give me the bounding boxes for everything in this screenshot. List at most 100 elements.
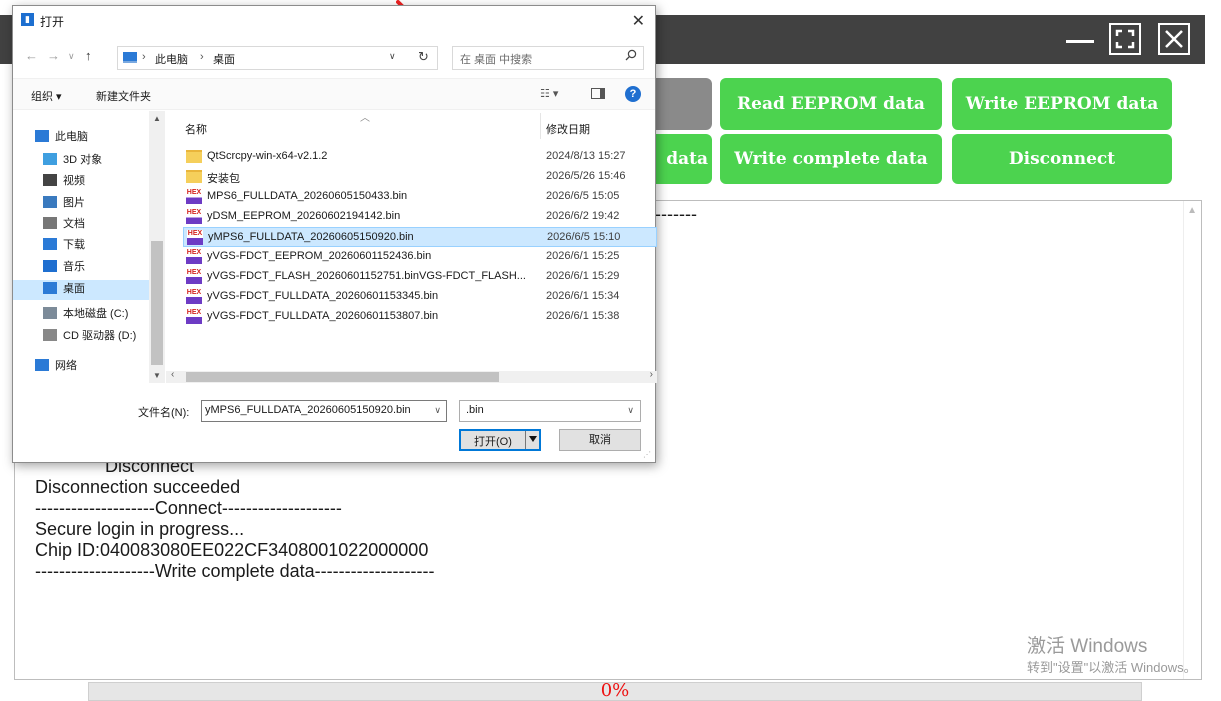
hex-file-icon: HEX <box>186 309 202 324</box>
scroll-down-icon[interactable]: ▼ <box>153 371 161 380</box>
navigation-pane: 此电脑 3D 对象视频图片文档下载音乐桌面本地磁盘 (C:) CD 驱动器 (D:)… <box>13 111 166 383</box>
scroll-up-icon[interactable]: ▲ <box>1187 205 1197 216</box>
file-row[interactable]: HEX MPS6_FULLDATA_20260605150433.bin 2026/… <box>183 187 657 207</box>
chevron-down-icon[interactable]: ∨ <box>389 51 396 62</box>
up-arrow-icon[interactable]: ↑ <box>85 48 92 63</box>
organize-menu[interactable]: 组织 ▾ <box>31 88 62 104</box>
nav-scroll-thumb[interactable] <box>151 241 163 365</box>
back-arrow-icon[interactable]: ← <box>25 48 38 63</box>
breadcrumb-desktop[interactable]: 桌面 <box>213 51 235 67</box>
minimize-icon[interactable] <box>1064 23 1096 55</box>
close-icon[interactable] <box>1158 23 1190 55</box>
view-options-icon[interactable]: ☷ ▾ <box>540 87 558 100</box>
file-name: 安装包 <box>207 173 240 185</box>
activation-watermark-text: 转到"设置"以激活 Windows。 <box>1027 660 1197 675</box>
drive-icon <box>43 307 57 319</box>
file-row[interactable]: QtScrcpy-win-x64-v2.1.2 2024/8/13 15:27 <box>183 147 657 167</box>
nav-item[interactable]: 文档 <box>43 214 85 232</box>
file-scrollbar-horizontal[interactable]: ‹ › <box>166 369 657 383</box>
column-name[interactable]: 名称 <box>185 121 207 137</box>
log-lines: Disconnect Disconnection succeeded -------… <box>35 456 435 582</box>
log-line: Secure login in progress... <box>35 519 245 539</box>
file-row[interactable]: 安装包 2026/5/26 15:46 <box>183 167 657 187</box>
scroll-up-icon[interactable]: ▲ <box>153 114 161 123</box>
dropdown-arrow-icon <box>529 436 537 442</box>
dialog-titlebar[interactable]: ▮ 打开 ✕ <box>13 6 655 34</box>
log-line: Disconnection succeeded <box>35 477 241 497</box>
file-name: QtScrcpy-win-x64-v2.1.2 <box>207 150 328 162</box>
scroll-left-icon[interactable]: ‹ <box>171 369 174 380</box>
file-row[interactable]: HEX yVGS-FDCT_FLASH_20260601152751.binVGS… <box>183 267 657 287</box>
nav-item[interactable]: 本地磁盘 (C:) <box>43 304 128 322</box>
chevron-right-icon[interactable]: › <box>200 51 204 63</box>
activation-watermark-title: 激活 Windows <box>1027 636 1148 657</box>
file-modified-date: 2026/6/5 15:10 <box>547 231 621 243</box>
folder-icon <box>186 170 202 183</box>
file-modified-date: 2026/6/1 15:38 <box>546 310 620 322</box>
chevron-down-icon[interactable]: ∨ <box>434 405 441 416</box>
nav-item[interactable]: CD 驱动器 (D:) <box>43 326 136 344</box>
nav-item-label: 图片 <box>63 197 85 209</box>
nav-item[interactable]: 3D 对象 <box>43 150 102 168</box>
desktop-icon <box>43 282 57 294</box>
file-type-select[interactable]: .bin ∨ <box>459 400 641 422</box>
file-modified-date: 2024/8/13 15:27 <box>546 150 626 162</box>
folder-icon <box>186 150 202 163</box>
file-row[interactable]: HEX yVGS-FDCT_EEPROM_20260601152436.bin 20… <box>183 247 657 267</box>
file-modified-date: 2026/5/26 15:46 <box>546 170 626 182</box>
nav-item[interactable]: 网络 <box>35 356 77 374</box>
search-icon[interactable] <box>625 49 637 61</box>
open-button-label: 打开(O) <box>474 436 512 448</box>
write-complete-data-button[interactable]: Write complete data <box>720 134 942 184</box>
file-name: yVGS-FDCT_FLASH_20260601152751.binVGS-FD… <box>207 270 526 282</box>
cancel-button[interactable]: 取消 <box>559 429 641 451</box>
nav-item-label: 桌面 <box>63 283 85 295</box>
column-modified-date[interactable]: 修改日期 <box>546 121 590 137</box>
disconnect-button[interactable]: Disconnect <box>952 134 1172 184</box>
hex-file-icon: HEX <box>186 249 202 264</box>
nav-item[interactable]: 音乐 <box>43 257 85 275</box>
refresh-icon[interactable]: ↻ <box>418 49 429 65</box>
filename-input[interactable]: yMPS6_FULLDATA_20260605150920.bin ∨ <box>201 400 447 422</box>
log-scrollbar[interactable]: ▲ <box>1183 201 1201 679</box>
preview-pane-icon[interactable] <box>591 88 605 99</box>
chevron-down-icon[interactable]: ∨ <box>627 405 634 416</box>
scroll-right-icon[interactable]: › <box>650 369 653 380</box>
horizontal-scroll-thumb[interactable] <box>186 372 499 382</box>
breadcrumb-this-pc[interactable]: 此电脑 <box>155 51 188 67</box>
close-icon[interactable]: ✕ <box>632 11 645 31</box>
file-row[interactable]: HEX yVGS-FDCT_FULLDATA_20260601153807.bin… <box>183 307 657 327</box>
search-input[interactable]: 在 桌面 中搜索 <box>452 46 644 70</box>
file-row[interactable]: HEX yVGS-FDCT_FULLDATA_20260601153345.bin… <box>183 287 657 307</box>
help-icon[interactable]: ? <box>625 86 641 102</box>
nav-item[interactable]: 视频 <box>43 171 85 189</box>
column-divider[interactable] <box>540 113 541 139</box>
read-eeprom-button[interactable]: Read EEPROM data <box>720 78 942 130</box>
open-options-dropdown[interactable] <box>525 431 539 449</box>
file-name: yVGS-FDCT_FULLDATA_20260601153807.bin <box>207 310 439 322</box>
file-row[interactable]: HEX yDSM_EEPROM_20260602194142.bin 2026/6/… <box>183 207 657 227</box>
nav-item-label: CD 驱动器 (D:) <box>63 330 137 342</box>
forward-arrow-icon[interactable]: → <box>47 48 60 63</box>
recent-dropdown-icon[interactable]: ∨ <box>68 51 75 62</box>
filename-value[interactable]: yMPS6_FULLDATA_20260605150920.bin <box>205 404 411 416</box>
nav-item-label: 音乐 <box>63 261 85 273</box>
open-button[interactable]: 打开(O) <box>459 429 541 451</box>
nav-item[interactable]: 桌面 <box>43 279 85 297</box>
new-folder-button[interactable]: 新建文件夹 <box>96 88 151 104</box>
music-icon <box>43 260 57 272</box>
nav-item[interactable]: 此电脑 <box>35 127 88 145</box>
log-line: --------------------Write complete data-… <box>35 561 435 581</box>
nav-item[interactable]: 图片 <box>43 193 85 211</box>
nav-item-label: 文档 <box>63 218 85 230</box>
file-row[interactable]: HEX yMPS6_FULLDATA_20260605150920.bin 2026… <box>183 227 657 247</box>
sort-ascending-icon: ︿ <box>360 113 370 124</box>
write-eeprom-button[interactable]: Write EEPROM data <box>952 78 1172 130</box>
fullscreen-icon[interactable] <box>1109 23 1141 55</box>
nav-scrollbar[interactable]: ▲ ▼ <box>149 111 165 383</box>
address-bar[interactable]: › 此电脑 › 桌面 ∨ ↻ <box>117 46 438 70</box>
resize-grip-icon[interactable]: ⋰ <box>643 450 653 460</box>
chevron-right-icon[interactable]: › <box>142 51 146 63</box>
cube-icon <box>43 153 57 165</box>
nav-item[interactable]: 下载 <box>43 235 85 253</box>
